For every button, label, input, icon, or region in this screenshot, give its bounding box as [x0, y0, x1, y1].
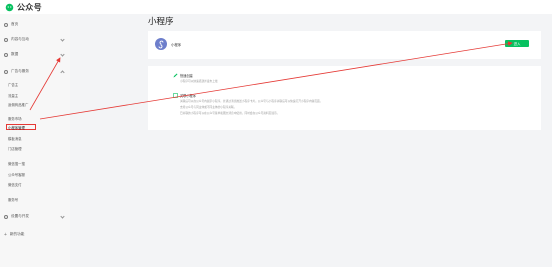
feature-desc-extra: 支持公众号与同主体或不同主体的小程序关联。: [180, 106, 237, 109]
sidebar: 首页 内容与互动 数据 广告与服务 广告主 流量主 返佣商品推广 服务市场 小程…: [0, 14, 70, 267]
feature-title: 关联小程序: [180, 94, 196, 98]
sidebar-subitem-commission[interactable]: 返佣商品推广: [8, 101, 66, 107]
chevron-up-icon: [60, 70, 65, 75]
link-icon: [173, 93, 178, 98]
sidebar-item-home[interactable]: 首页: [4, 21, 68, 28]
sidebar-item-settings[interactable]: 设置与开发: [4, 213, 68, 220]
content-icon: [4, 37, 8, 42]
sidebar-subitem-mini-program[interactable]: 小程序管理: [6, 124, 36, 130]
page-title: 小程序: [148, 16, 174, 26]
sidebar-item-new-features[interactable]: + 新的功能: [4, 231, 68, 238]
sidebar-item-label: 设置与开发: [11, 214, 29, 218]
sidebar-subitem-search[interactable]: 微信搜一搜: [8, 160, 66, 166]
sidebar-subitem-publisher[interactable]: 流量主: [8, 92, 66, 98]
settings-icon: [4, 214, 8, 219]
mini-program-avatar: [155, 38, 167, 50]
sidebar-subitem-service-account[interactable]: 服务号: [8, 196, 66, 202]
features-card: [148, 66, 541, 130]
wechat-logo-icon: [5, 3, 14, 11]
sidebar-subitem-advertiser[interactable]: 广告主: [8, 81, 66, 87]
sidebar-subitem-wechat-pay[interactable]: 微信支付: [8, 181, 66, 187]
pencil-icon: [173, 73, 178, 78]
chevron-down-icon: [60, 213, 65, 219]
mini-program-card: [148, 31, 541, 59]
sidebar-item-ads[interactable]: 广告与服务: [4, 68, 68, 75]
mini-program-name: 小程序: [171, 43, 182, 47]
feature-title: 快速创建: [180, 74, 193, 78]
sidebar-item-label: 数据: [11, 52, 19, 56]
mini-program-logo-icon: [158, 40, 164, 49]
chevron-down-icon: [60, 36, 65, 42]
sidebar-item-label: 新的功能: [9, 232, 25, 236]
sidebar-subitem-customer-service[interactable]: 公众号客服: [8, 171, 66, 177]
ads-icon: [4, 69, 8, 74]
sidebar-subitem-service-market[interactable]: 服务市场: [8, 115, 66, 121]
top-bar: 公众号: [0, 0, 552, 14]
enter-button[interactable]: 进入: [505, 40, 529, 47]
sidebar-item-label: 广告与服务: [11, 69, 29, 73]
home-icon: [4, 22, 8, 27]
feature-desc: 关联后可以在公众号内展示小程序，并通过消息推送小程序卡片。公众号与小程序关联后可…: [180, 100, 323, 103]
sidebar-item-data[interactable]: 数据: [4, 51, 68, 58]
feature-desc-extra: 已关联的小程序可以在公众号菜单和图文消息中使用，同时会在公众号资料页展示。: [180, 112, 280, 115]
data-icon: [4, 52, 8, 57]
sidebar-item-label: 首页: [11, 22, 19, 26]
sidebar-item-content[interactable]: 内容与互动: [4, 36, 68, 43]
sidebar-item-label: 内容与互动: [11, 37, 29, 41]
plus-icon: +: [4, 231, 7, 238]
app-title: 公众号: [17, 2, 42, 12]
sidebar-subitem-template-msg[interactable]: 模板消息: [8, 135, 66, 141]
sidebar-subitem-store[interactable]: 门店管理: [8, 145, 66, 151]
feature-desc: 小程序可以快速搭建并发布上线: [180, 80, 218, 83]
chevron-down-icon: [60, 51, 65, 57]
